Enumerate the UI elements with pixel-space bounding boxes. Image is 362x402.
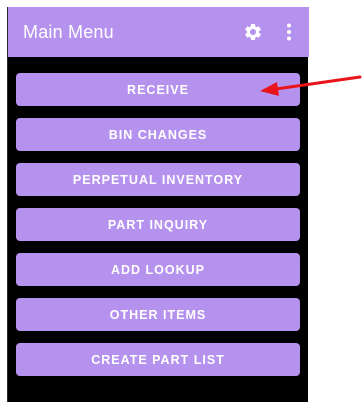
part-inquiry-button[interactable]: PART INQUIRY [16,208,300,241]
add-lookup-button[interactable]: ADD LOOKUP [16,253,300,286]
bin-changes-button[interactable]: BIN CHANGES [16,118,300,151]
kebab-menu-icon[interactable] [277,20,301,44]
create-part-list-button[interactable]: CREATE PART LIST [16,343,300,376]
main-menu-list: RECEIVE BIN CHANGES PERPETUAL INVENTORY … [16,73,300,388]
page-title: Main Menu [23,21,114,42]
app-screen: Main Menu RECEIVE BIN CHANGES PERPETUAL … [7,7,309,402]
receive-button[interactable]: RECEIVE [16,73,300,106]
gear-icon[interactable] [241,20,265,44]
other-items-button[interactable]: OTHER ITEMS [16,298,300,331]
perpetual-inventory-button[interactable]: PERPETUAL INVENTORY [16,163,300,196]
app-bar: Main Menu [8,7,309,57]
